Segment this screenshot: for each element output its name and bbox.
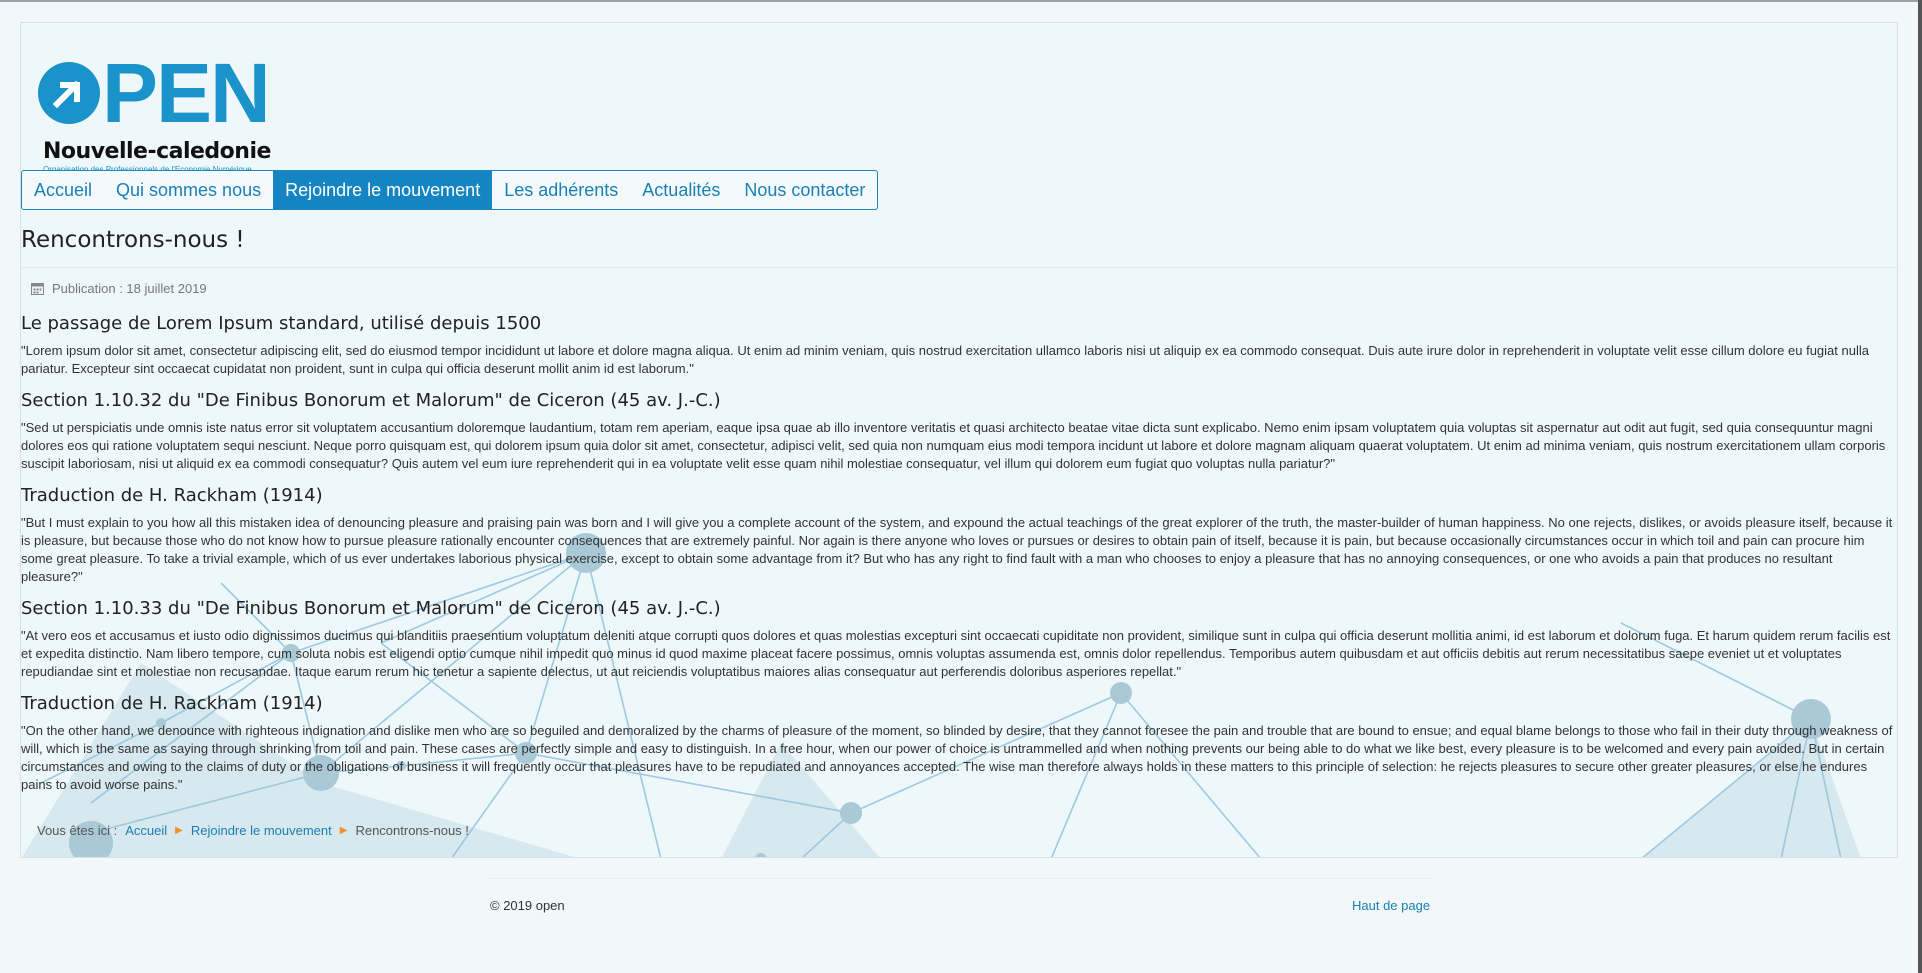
nav-item-les-adherents[interactable]: Les adhérents [492,171,630,209]
window-edge-scrollbar[interactable] [1918,0,1922,973]
breadcrumb: Vous êtes ici : Accueil ▶ Rejoindre le m… [37,823,469,838]
section-heading: Le passage de Lorem Ipsum standard, util… [21,313,542,334]
logo-arrow-icon [38,62,100,124]
logo-word-text: PEN [102,46,271,140]
section-heading: Section 1.10.32 du "De Finibus Bonorum e… [21,390,721,411]
nav-item-accueil[interactable]: Accueil [22,171,104,209]
publication-date: Publication : 18 juillet 2019 [52,281,207,296]
section-heading: Traduction de H. Rackham (1914) [21,693,323,714]
title-divider [21,267,1897,268]
logo-wordmark: PEN [38,51,271,135]
section-paragraph: "On the other hand, we denounce with rig… [21,723,1893,792]
nav-item-rejoindre-le-mouvement[interactable]: Rejoindre le mouvement [273,171,493,209]
back-to-top-link[interactable]: Haut de page [1352,898,1430,913]
publication-info: Publication : 18 juillet 2019 [31,281,207,296]
section-paragraph: "At vero eos et accusamus et iusto odio … [21,628,1891,679]
breadcrumb-link-accueil[interactable]: Accueil [125,823,167,838]
footer-divider [490,878,1430,879]
page-title: Rencontrons-nous ! [21,227,245,253]
section-heading: Traduction de H. Rackham (1914) [21,485,323,506]
page-container: PEN Nouvelle-caledonie Organisation des … [20,22,1898,858]
breadcrumb-current: Rencontrons-nous ! [355,823,469,838]
breadcrumb-prefix: Vous êtes ici : [37,823,118,838]
logo-name: Nouvelle-caledonie [43,139,271,164]
section-paragraph: "Sed ut perspiciatis unde omnis iste nat… [21,420,1886,471]
section-paragraph: "But I must explain to you how all this … [21,515,1893,584]
breadcrumb-arrow-icon: ▶ [175,825,183,836]
nav-item-actualites[interactable]: Actualités [630,171,732,209]
section-heading: Section 1.10.33 du "De Finibus Bonorum e… [21,598,721,619]
nav-item-qui-sommes-nous[interactable]: Qui sommes nous [104,171,273,209]
breadcrumb-arrow-icon: ▶ [339,825,348,836]
main-navigation: Accueil Qui sommes nous Rejoindre le mou… [21,170,879,210]
calendar-icon [31,282,44,295]
section-paragraph: "Lorem ipsum dolor sit amet, consectetur… [21,343,1869,376]
window-top-border [0,0,1922,2]
article-body: Le passage de Lorem Ipsum standard, util… [21,313,1897,806]
nav-item-nous-contacter[interactable]: Nous contacter [732,171,877,209]
breadcrumb-link-rejoindre[interactable]: Rejoindre le mouvement [191,823,332,838]
footer-copyright: © 2019 open [490,898,565,913]
site-logo[interactable]: PEN Nouvelle-caledonie Organisation des … [38,51,288,174]
